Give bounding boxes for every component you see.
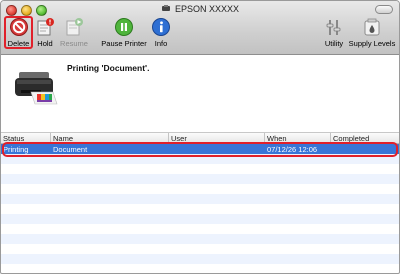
empty-row	[1, 204, 399, 214]
print-queue-window: EPSON XXXXX Delete Hold Resume Pause Pri…	[0, 0, 400, 274]
resume-icon	[64, 17, 84, 37]
empty-row	[1, 174, 399, 184]
title-bar: EPSON XXXXX Delete Hold Resume Pause Pri…	[1, 1, 399, 55]
info-button[interactable]: Info	[151, 17, 171, 51]
delete-highlight-frame	[4, 16, 33, 49]
printing-status-text: Printing 'Document'.	[67, 63, 150, 73]
selected-job-highlight-frame	[2, 142, 398, 157]
empty-row	[1, 184, 399, 194]
window-title: EPSON XXXXX	[1, 4, 399, 14]
toolbar-toggle-button[interactable]	[375, 5, 393, 14]
printer-icon	[161, 5, 171, 13]
table-body: Printing Document 07/12/26 12:06	[1, 144, 399, 273]
utility-button[interactable]: Utility	[321, 17, 347, 51]
printer-image-icon	[11, 66, 59, 108]
hold-icon	[35, 17, 55, 37]
info-label: Info	[154, 39, 168, 48]
empty-row	[1, 214, 399, 224]
resume-label: Resume	[60, 39, 88, 48]
supply-levels-label: Supply Levels	[348, 39, 396, 48]
empty-row	[1, 224, 399, 234]
utility-label: Utility	[324, 39, 344, 48]
supply-levels-button[interactable]: Supply Levels	[348, 17, 396, 51]
hold-button[interactable]: Hold	[34, 17, 56, 51]
pause-printer-button[interactable]: Pause Printer	[100, 17, 148, 51]
ink-cartridge-icon	[362, 17, 382, 37]
resume-button[interactable]: Resume	[59, 17, 89, 51]
hold-label: Hold	[37, 39, 53, 48]
job-queue-table[interactable]: Status Name User When Completed Printing…	[1, 132, 399, 273]
empty-row	[1, 234, 399, 244]
empty-row	[1, 194, 399, 204]
window-title-text: EPSON XXXXX	[174, 4, 240, 14]
empty-row	[1, 254, 399, 264]
info-icon	[151, 17, 171, 37]
empty-row	[1, 244, 399, 254]
pause-icon	[114, 17, 134, 37]
pause-printer-label: Pause Printer	[101, 39, 147, 48]
status-area: Printing 'Document'.	[1, 56, 399, 132]
empty-row	[1, 164, 399, 174]
utility-icon	[324, 17, 344, 37]
empty-row	[1, 264, 399, 273]
